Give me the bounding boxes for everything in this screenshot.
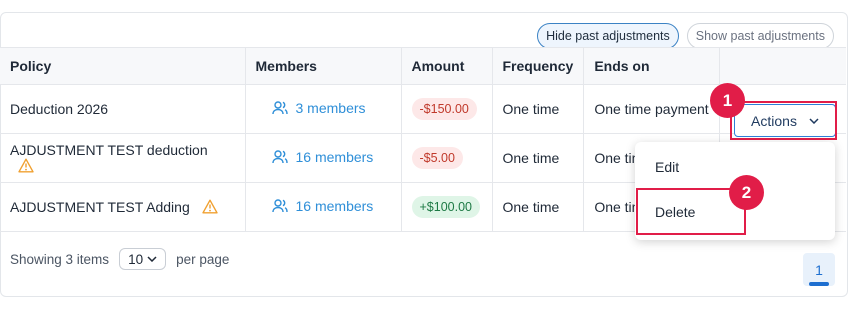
table-footer: Showing 3 items 10 per page [10,248,229,270]
header-ends-on: Ends on [583,47,721,85]
policy-cell: AJDUSTMENT TEST deduction [0,133,246,183]
header-actions [719,47,846,85]
amount-badge: -$150.00 [411,98,477,120]
step-marker-2: 2 [729,175,764,210]
per-page-select[interactable]: 10 [119,248,167,270]
members-count: 16 members [295,198,374,214]
policy-name: AJDUSTMENT TEST Adding [10,199,190,215]
header-members: Members [245,47,402,85]
step-marker-1: 1 [710,83,745,118]
members-cell: 16 members [245,133,402,183]
header-policy: Policy [0,47,246,85]
menu-item-edit[interactable]: Edit [655,159,679,175]
frequency-cell: One time [492,84,585,134]
frequency-cell: One time [492,133,585,183]
actions-highlight-box [730,101,837,140]
users-icon [271,150,288,164]
members-link[interactable]: 3 members [271,100,366,116]
users-icon [271,101,288,115]
members-link[interactable]: 16 members [271,149,374,165]
header-frequency: Frequency [492,47,585,85]
showing-items-text: Showing 3 items [10,251,110,267]
header-amount: Amount [401,47,493,85]
policy-name: Deduction 2026 [10,101,109,117]
amount-cell: -$150.00 [401,84,493,134]
frequency-cell: One time [492,182,585,232]
ends-on-cell: One time payment [583,84,721,134]
members-count: 3 members [295,100,366,116]
amount-cell: +$100.00 [401,182,493,232]
per-page-value: 10 [128,251,144,267]
users-icon [271,199,288,213]
policy-name: AJDUSTMENT TEST deduction [10,142,208,158]
page-button-1[interactable]: 1 [803,253,835,286]
show-past-adjustments-button[interactable]: Show past adjustments [686,23,834,49]
members-count: 16 members [295,149,374,165]
members-cell: 16 members [245,182,402,232]
policy-cell: Deduction 2026 [0,84,246,134]
amount-badge: +$100.00 [411,196,480,218]
past-adjustments-toggle: Hide past adjustments Show past adjustme… [537,23,834,49]
policy-cell: AJDUSTMENT TEST Adding [0,182,246,232]
members-link[interactable]: 16 members [271,198,374,214]
chevron-down-icon [147,256,157,262]
table-header-row: Policy Members Amount Frequency Ends on [0,47,846,85]
warning-icon [18,158,34,173]
per-page-label: per page [176,251,230,267]
amount-cell: -$5.00 [401,133,493,183]
hide-past-adjustments-button[interactable]: Hide past adjustments [537,23,679,49]
amount-badge: -$5.00 [411,147,463,169]
members-cell: 3 members [245,84,402,134]
warning-icon [201,199,218,214]
